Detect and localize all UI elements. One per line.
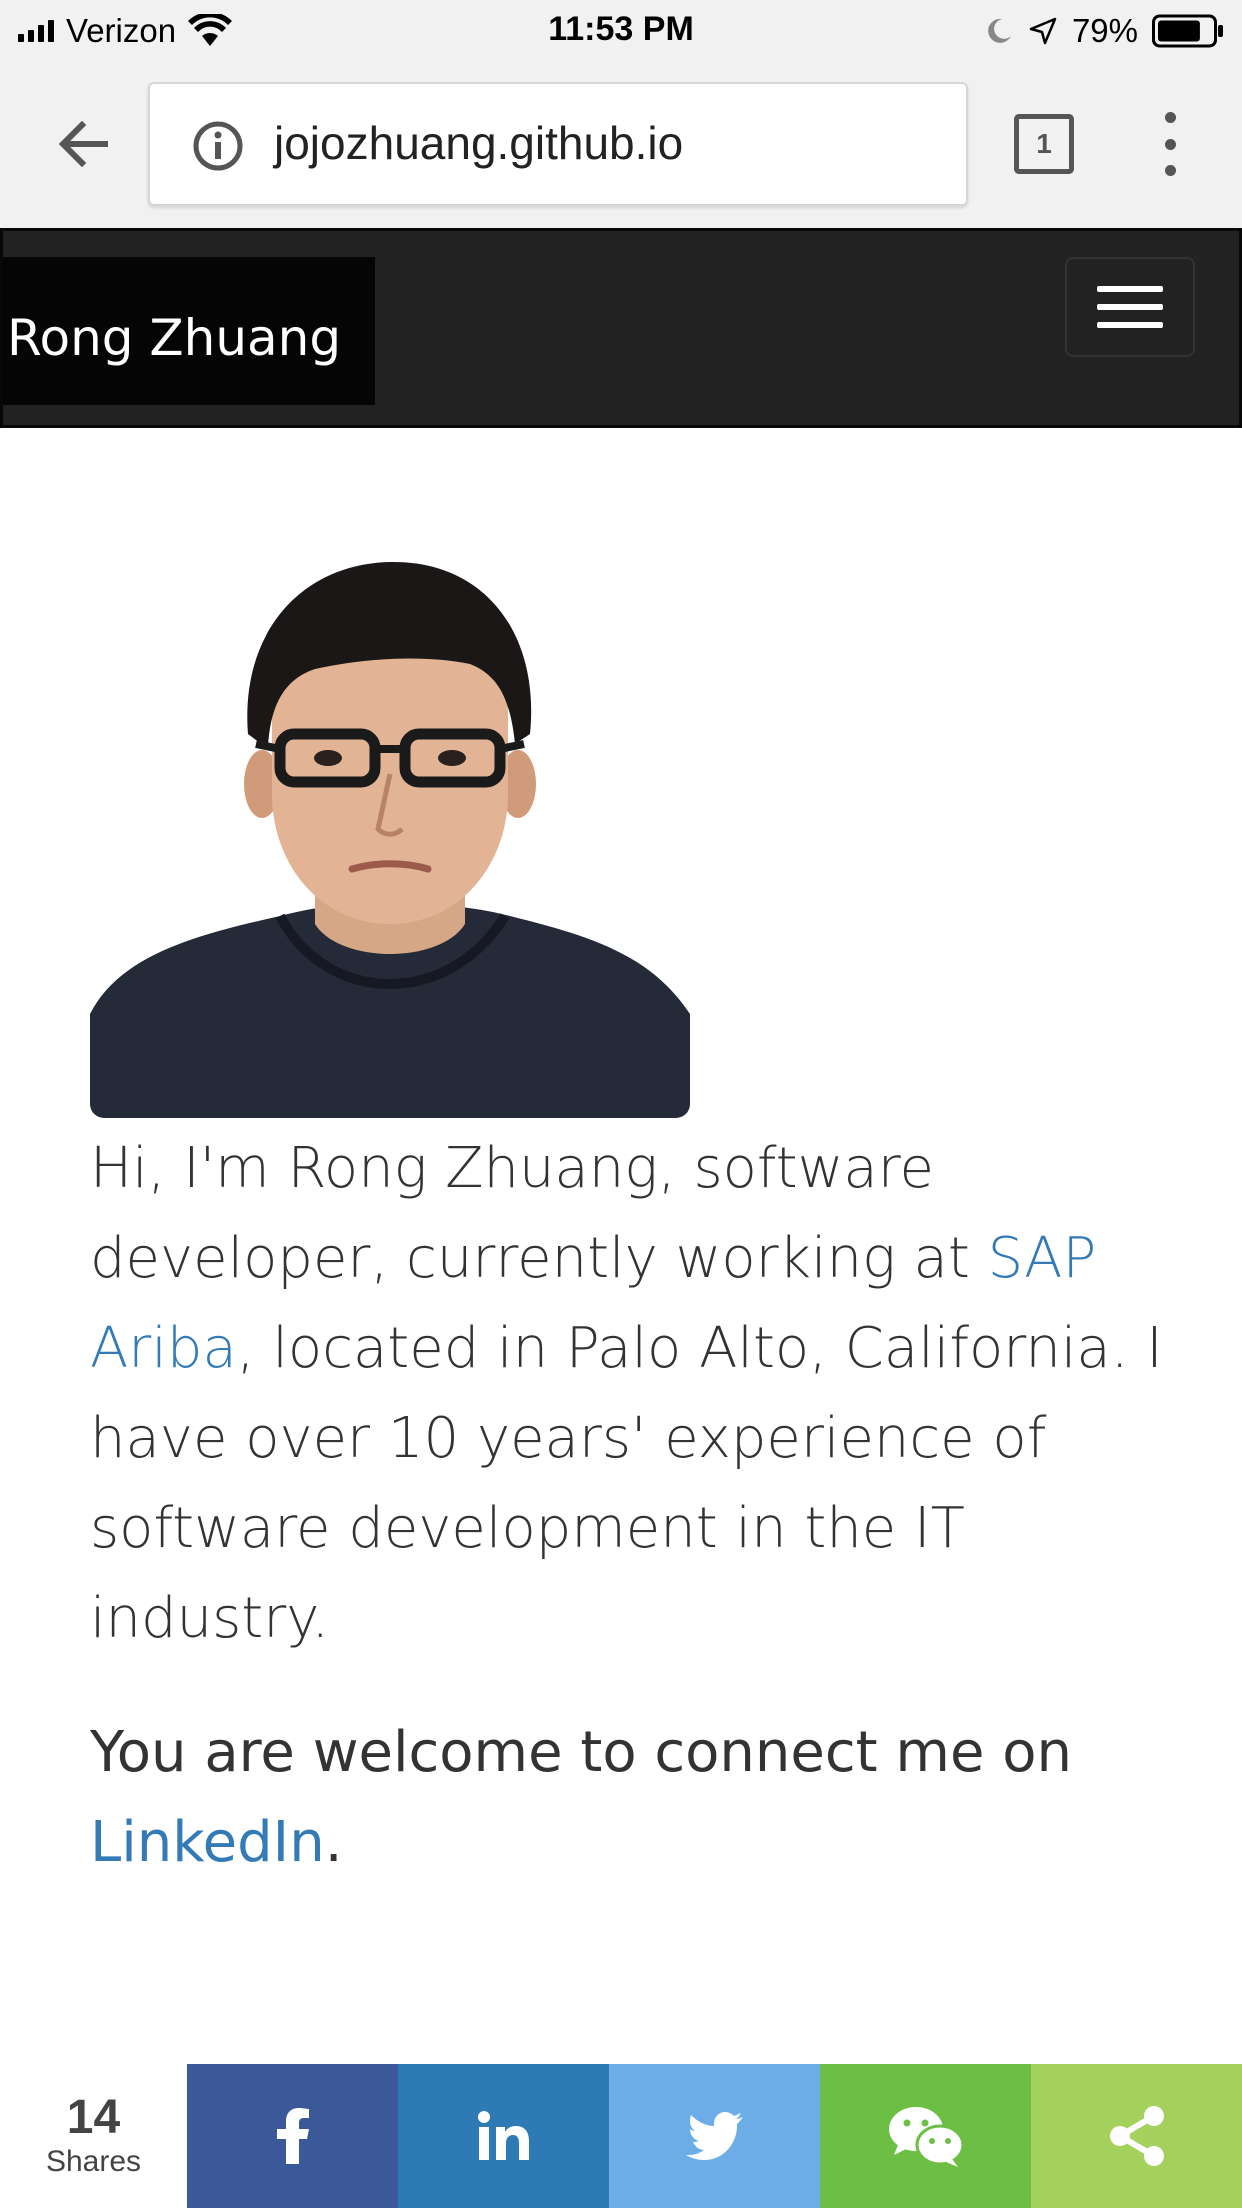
battery-icon (1152, 14, 1223, 48)
brand-text: Rong Zhuang (7, 309, 342, 367)
overflow-menu-icon[interactable] (1150, 112, 1190, 176)
share-count-number: 14 (66, 2091, 121, 2144)
linkedin-link[interactable]: LinkedIn (90, 1810, 325, 1875)
portrait-illustration (90, 561, 690, 1118)
facebook-icon (276, 2108, 309, 2164)
bio-intro: Hi, I'm Rong Zhuang, software developer,… (90, 1136, 988, 1291)
share-bar: 14 Shares (0, 2064, 1242, 2208)
browser-toolbar: jojozhuang.github.io 1 (0, 62, 1242, 228)
share-icon (1109, 2106, 1164, 2166)
moon-icon (988, 18, 1011, 43)
status-bar-right: 79% (984, 10, 1224, 52)
linkedin-icon (477, 2111, 529, 2160)
twitter-icon (685, 2112, 743, 2160)
back-button[interactable] (50, 110, 118, 178)
wechat-icon (888, 2107, 964, 2167)
back-arrow-icon (58, 121, 108, 167)
facebook-share-button[interactable] (187, 2064, 398, 2208)
wechat-share-button[interactable] (820, 2064, 1031, 2208)
bio-location: , located in Palo Alto, California. I ha… (90, 1316, 1163, 1651)
more-share-button[interactable] (1031, 2064, 1242, 2208)
info-icon[interactable] (192, 120, 244, 172)
battery-percent: 79% (1071, 12, 1138, 49)
twitter-share-button[interactable] (609, 2064, 820, 2208)
bio-paragraph: Hi, I'm Rong Zhuang, software developer,… (90, 1124, 1170, 1664)
linkedin-share-button[interactable] (398, 2064, 609, 2208)
share-count-label: Shares (45, 2145, 142, 2178)
address-bar[interactable]: jojozhuang.github.io (148, 82, 968, 206)
connect-period: . (324, 1810, 343, 1875)
share-count: 14 Shares (0, 2064, 187, 2208)
hamburger-menu-button[interactable] (1065, 257, 1195, 357)
location-arrow-icon (1029, 17, 1057, 45)
connect-text: You are welcome to connect me on (90, 1720, 1072, 1785)
tab-switcher-button[interactable]: 1 (1014, 114, 1074, 174)
status-bar: Verizon 11:53 PM 79% (0, 0, 1242, 62)
brand-link[interactable]: Rong Zhuang (3, 257, 375, 405)
profile-photo (90, 544, 690, 1118)
site-navbar: Rong Zhuang (0, 228, 1242, 428)
connect-paragraph: You are welcome to connect me on LinkedI… (90, 1708, 1170, 1888)
url-text: jojozhuang.github.io (274, 117, 684, 169)
